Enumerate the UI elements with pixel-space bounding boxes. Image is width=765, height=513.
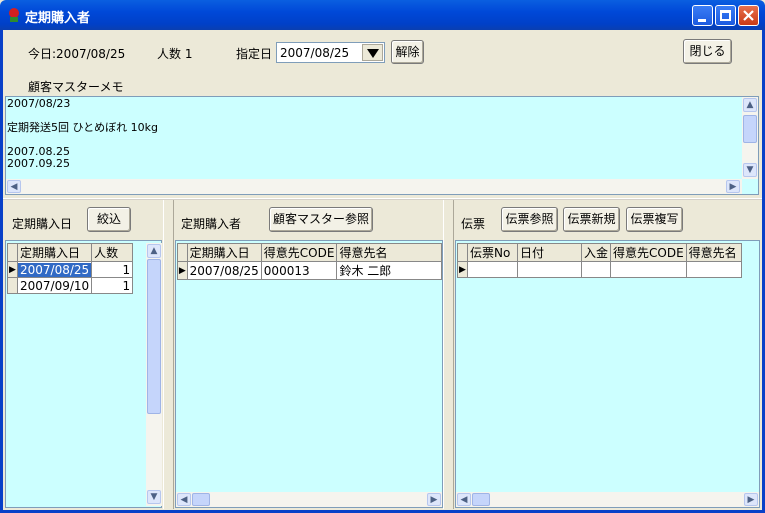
scroll-thumb[interactable] — [743, 115, 757, 143]
slip-copy-button[interactable]: 伝票複写 — [626, 207, 683, 232]
purchase-date-grid[interactable]: 定期購入日 人数 ▶ 2007/08/25 1 2007/09/10 1 ▲ ▼ — [5, 240, 162, 508]
slip-ref-button[interactable]: 伝票参照 — [501, 207, 558, 232]
table-row[interactable]: ▶ 2007/08/25 1 — [7, 261, 134, 278]
memo-label: 顧客マスターメモ — [28, 80, 124, 94]
scroll-up-icon[interactable]: ▲ — [743, 98, 757, 112]
row-indicator — [7, 277, 18, 294]
row-indicator-header — [457, 243, 468, 262]
column-header[interactable]: 定期購入日 — [186, 243, 262, 262]
vertical-splitter-right[interactable] — [443, 200, 454, 509]
left-pane-label: 定期購入日 — [12, 217, 73, 231]
table-row[interactable]: ▶ 2007/08/25 000013 鈴木 二郎 — [177, 261, 442, 280]
scroll-thumb[interactable] — [192, 493, 210, 506]
right-pane-label: 伝票 — [461, 217, 486, 231]
scroll-up-icon[interactable]: ▲ — [147, 244, 161, 258]
date-value[interactable]: 2007/08/25 — [280, 46, 349, 60]
horizontal-splitter[interactable] — [3, 198, 762, 200]
column-header[interactable]: 得意先名 — [336, 243, 442, 262]
memo-textarea[interactable]: 2007/08/23 定期発送5回 ひとめぼれ 10kg 2007.08.25 … — [5, 96, 759, 195]
purchase-date-table: 定期購入日 人数 ▶ 2007/08/25 1 2007/09/10 1 — [7, 243, 134, 294]
count-label: 人数 1 — [157, 47, 193, 61]
memo-line: 2007.08.25 — [7, 145, 70, 158]
table-header-row: 定期購入日 得意先CODE 得意先名 — [177, 243, 442, 262]
current-row-indicator-icon: ▶ — [7, 261, 18, 278]
minimize-icon — [698, 19, 706, 22]
vertical-splitter-left[interactable] — [163, 200, 174, 509]
close-window-button[interactable] — [738, 5, 759, 26]
date-dropdown-button[interactable] — [362, 44, 383, 61]
close-button[interactable]: 閉じる — [683, 39, 732, 64]
memo-vertical-scrollbar[interactable]: ▲ ▼ — [742, 97, 758, 179]
filter-button[interactable]: 絞込 — [87, 207, 131, 232]
current-row-indicator-icon: ▶ — [177, 261, 188, 280]
row-indicator-header — [7, 243, 18, 262]
memo-line: 2007.09.25 — [7, 157, 70, 170]
table-cell[interactable] — [610, 261, 687, 278]
today-label: 今日:2007/08/25 — [28, 47, 126, 61]
date-picker[interactable]: 2007/08/25 — [276, 42, 385, 63]
row-indicator-header — [177, 243, 188, 262]
slip-grid[interactable]: 伝票No 日付 入金 得意先CODE 得意先名 ▶ ◀ ▶ — [455, 240, 760, 508]
memo-text[interactable]: 2007/08/23 定期発送5回 ひとめぼれ 10kg 2007.08.25 … — [7, 98, 741, 170]
table-cell[interactable]: 1 — [91, 277, 134, 294]
scroll-right-icon[interactable]: ▶ — [427, 493, 441, 506]
memo-horizontal-scrollbar[interactable]: ◀ ▶ — [6, 179, 742, 194]
right-grid-horizontal-scrollbar[interactable]: ◀ ▶ — [456, 492, 759, 507]
title-bar[interactable]: 定期購入者 — [0, 0, 765, 30]
table-header-row: 定期購入日 人数 — [7, 243, 134, 262]
subscriber-table: 定期購入日 得意先CODE 得意先名 ▶ 2007/08/25 000013 鈴… — [177, 243, 442, 280]
date-label: 指定日 — [236, 47, 273, 61]
close-icon — [743, 10, 754, 21]
table-row[interactable]: 2007/09/10 1 — [7, 277, 134, 294]
scroll-down-icon[interactable]: ▼ — [743, 163, 757, 177]
scroll-right-icon[interactable]: ▶ — [726, 180, 740, 193]
column-header[interactable]: 日付 — [517, 243, 582, 262]
scroll-down-icon[interactable]: ▼ — [147, 490, 161, 504]
column-header[interactable]: 得意先CODE — [610, 243, 687, 262]
table-cell[interactable]: 2007/08/25 — [186, 261, 262, 280]
table-cell[interactable]: 2007/08/25 — [16, 261, 93, 278]
scroll-left-icon[interactable]: ◀ — [7, 180, 21, 193]
scroll-right-icon[interactable]: ▶ — [744, 493, 758, 506]
window-title: 定期購入者 — [25, 11, 91, 26]
subscriber-grid[interactable]: 定期購入日 得意先CODE 得意先名 ▶ 2007/08/25 000013 鈴… — [175, 240, 443, 508]
table-cell[interactable]: 1 — [91, 261, 134, 278]
middle-pane-label: 定期購入者 — [181, 217, 242, 231]
table-cell[interactable] — [517, 261, 582, 278]
scroll-left-icon[interactable]: ◀ — [457, 493, 471, 506]
clear-button[interactable]: 解除 — [391, 40, 424, 64]
column-header[interactable]: 人数 — [91, 243, 134, 262]
scroll-thumb[interactable] — [147, 259, 161, 414]
scroll-thumb[interactable] — [472, 493, 490, 506]
column-header[interactable]: 入金 — [580, 243, 612, 262]
table-row[interactable]: ▶ — [457, 261, 742, 278]
table-cell[interactable]: 000013 — [260, 261, 338, 280]
left-grid-vertical-scrollbar[interactable]: ▲ ▼ — [146, 243, 162, 506]
table-cell[interactable] — [685, 261, 742, 278]
selected-cell-text: 2007/08/25 — [18, 262, 92, 277]
memo-line: 定期発送5回 ひとめぼれ 10kg — [7, 121, 159, 134]
table-cell[interactable] — [580, 261, 612, 278]
customer-master-ref-button[interactable]: 顧客マスター参照 — [269, 207, 373, 232]
slip-table: 伝票No 日付 入金 得意先CODE 得意先名 ▶ — [457, 243, 742, 278]
scroll-left-icon[interactable]: ◀ — [177, 493, 191, 506]
column-header[interactable]: 得意先名 — [685, 243, 742, 262]
app-icon — [9, 8, 19, 22]
table-header-row: 伝票No 日付 入金 得意先CODE 得意先名 — [457, 243, 742, 262]
minimize-button[interactable] — [692, 5, 713, 26]
maximize-button[interactable] — [715, 5, 736, 26]
table-cell[interactable]: 2007/09/10 — [16, 277, 93, 294]
column-header[interactable]: 伝票No — [467, 243, 518, 262]
table-cell[interactable]: 鈴木 二郎 — [336, 261, 442, 280]
memo-line — [7, 134, 741, 146]
chevron-down-icon — [367, 49, 379, 58]
table-cell[interactable] — [467, 261, 518, 278]
memo-line: 2007/08/23 — [7, 97, 71, 110]
column-header[interactable]: 得意先CODE — [260, 243, 338, 262]
middle-grid-horizontal-scrollbar[interactable]: ◀ ▶ — [176, 492, 442, 507]
slip-new-button[interactable]: 伝票新規 — [563, 207, 620, 232]
column-header[interactable]: 定期購入日 — [16, 243, 93, 262]
current-row-indicator-icon: ▶ — [457, 261, 468, 278]
maximize-icon — [720, 10, 731, 21]
